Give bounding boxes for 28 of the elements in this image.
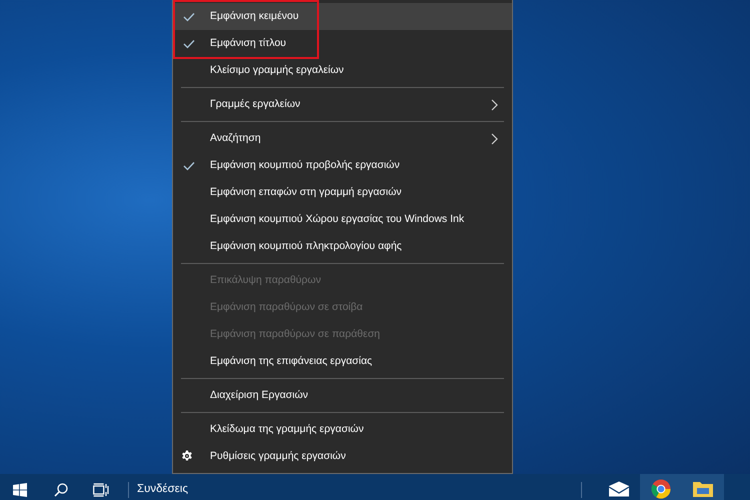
toolbar-label: Συνδέσεις — [137, 482, 188, 498]
menu-item[interactable]: Εμφάνιση της επιφάνειας εργασίας — [173, 348, 512, 375]
menu-item[interactable]: Κλείδωμα της γραμμής εργασιών — [173, 416, 512, 443]
taskbar-app[interactable] — [682, 474, 724, 500]
folder-icon — [692, 480, 714, 498]
menu-item[interactable]: Ρυθμίσεις γραμμής εργασιών — [173, 443, 512, 470]
menu-item[interactable]: Εμφάνιση τίτλου — [173, 30, 512, 57]
chevron-right-icon — [491, 98, 498, 110]
menu-item[interactable]: Αναζήτηση — [173, 125, 512, 152]
menu-item[interactable]: Διαχείριση Εργασιών — [173, 382, 512, 409]
task-view-icon — [93, 483, 109, 497]
checkmark-icon — [183, 39, 195, 49]
windows-logo-icon — [13, 483, 27, 497]
checkmark-icon — [183, 12, 195, 22]
menu-item[interactable]: Γραμμές εργαλείων — [173, 91, 512, 118]
search-icon — [54, 483, 68, 497]
menu-item[interactable]: Εμφάνιση κουμπιού Χώρου εργασίας του Windows Ink — [173, 206, 512, 233]
menu-item[interactable]: Εμφάνιση κουμπιού πληκτρολογίου αφής — [173, 233, 512, 260]
checkmark-icon — [183, 161, 195, 171]
menu-item[interactable]: Κλείσιμο γραμμής εργαλείων — [173, 57, 512, 84]
taskbar-app[interactable] — [640, 474, 682, 500]
settings-icon — [181, 450, 193, 462]
menu-item[interactable]: Εμφάνιση επαφών στη γραμμή εργασιών — [173, 179, 512, 206]
chevron-right-icon — [491, 132, 498, 144]
mail-icon — [608, 481, 630, 497]
menu-item[interactable]: Εμφάνιση κειμένου — [173, 3, 512, 30]
menu-item[interactable]: Εμφάνιση κουμπιού προβολής εργασιών — [173, 152, 512, 179]
browser-icon — [651, 479, 671, 499]
